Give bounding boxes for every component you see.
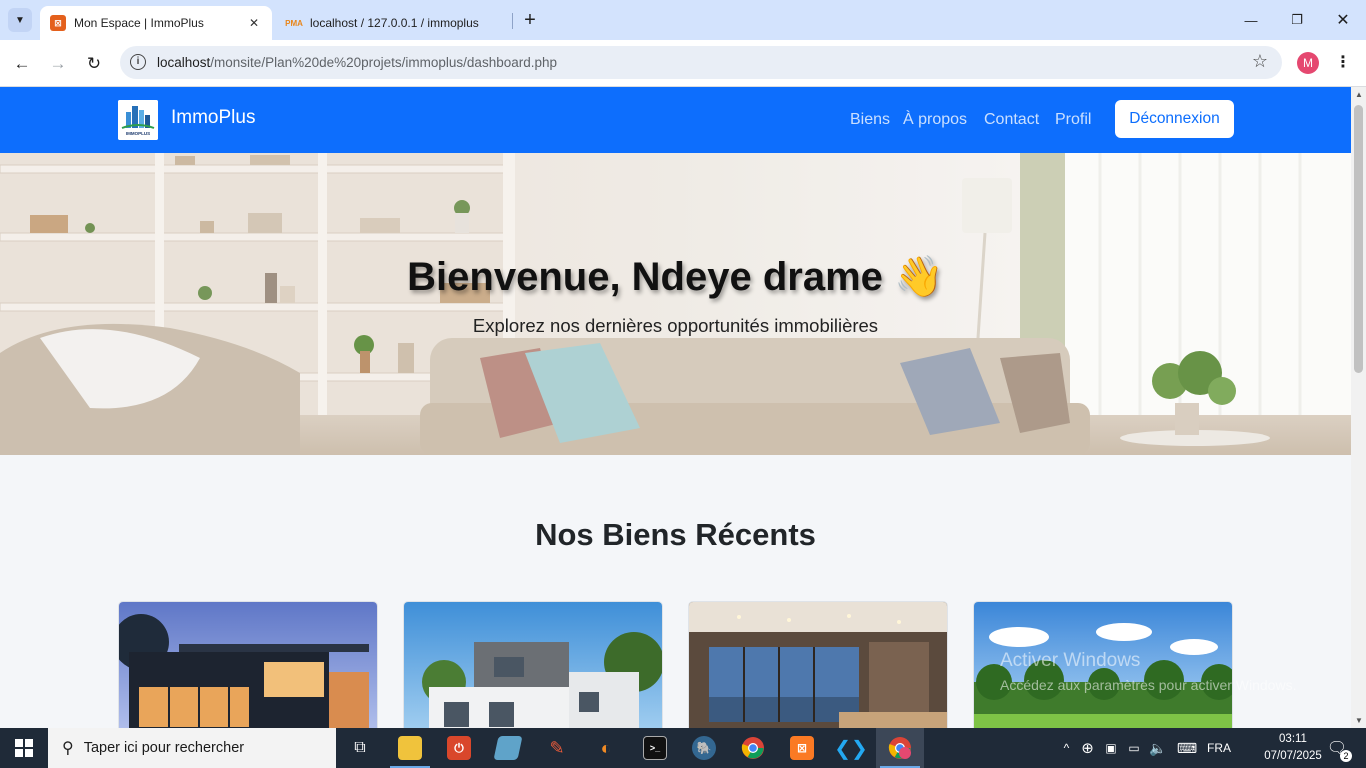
tab-separator [512, 13, 513, 29]
battery-icon[interactable]: ▭ [1122, 741, 1146, 755]
logout-button[interactable]: Déconnexion [1115, 100, 1234, 138]
app-red-button[interactable]: ⏻ [435, 728, 483, 768]
nav-link-biens[interactable]: Biens [850, 111, 890, 129]
minimize-button[interactable]: — [1228, 6, 1274, 34]
vscode-button[interactable]: ❮❯ [827, 728, 875, 768]
welcome-subtitle: Explorez nos dernières opportunités immo… [472, 315, 879, 336]
eclipse-app-icon: ◐ [600, 737, 612, 758]
page-viewport: IMMOPLUS ImmoPlus Biens À propos Contact… [0, 87, 1351, 728]
network-globe-icon[interactable]: ⊕ [1075, 739, 1100, 757]
notification-count-badge: 2 [1340, 750, 1352, 762]
hero-living-room-image [0, 153, 1351, 455]
bookmark-star-icon[interactable]: ☆ [1252, 51, 1268, 72]
language-indicator[interactable]: FRA [1204, 741, 1234, 755]
power-app-icon: ⏻ [447, 736, 471, 760]
property-image-modern-house [119, 602, 377, 728]
app-notes-button[interactable] [484, 728, 532, 768]
task-view-button[interactable]: ⧉ [336, 728, 384, 768]
clock-date: 07/07/2025 [1264, 750, 1322, 762]
address-bar[interactable]: i localhost/monsite/Plan%20de%20projets/… [120, 46, 1282, 79]
nav-link-profil[interactable]: Profil [1055, 111, 1091, 129]
tab-search-chevron-icon[interactable]: ▼ [8, 8, 32, 32]
windows-activation-text: Accédez aux paramètres pour activer Wind… [1000, 677, 1297, 693]
close-window-button[interactable]: ✕ [1320, 6, 1366, 34]
scroll-up-arrow-icon[interactable]: ▲ [1355, 90, 1363, 99]
chrome-profile-icon [888, 737, 911, 759]
meet-now-icon[interactable]: ▣ [1100, 741, 1122, 755]
windows-activation-title: Activer Windows [1000, 650, 1141, 671]
tab-mon-espace[interactable]: ⊠ Mon Espace | ImmoPlus ✕ [40, 6, 272, 40]
tab-close-icon[interactable]: ✕ [244, 13, 264, 33]
site-info-icon[interactable]: i [130, 54, 146, 70]
scroll-down-arrow-icon[interactable]: ▼ [1355, 716, 1363, 725]
xampp-favicon-icon: ⊠ [50, 15, 66, 31]
nav-link-a-propos[interactable]: À propos [903, 111, 967, 129]
file-explorer-button[interactable] [386, 728, 434, 768]
browser-tab-strip: ▼ ⊠ Mon Espace | ImmoPlus ✕ PMA localhos… [0, 0, 1366, 40]
browser-menu-icon[interactable]: ⋮ [1333, 52, 1353, 74]
keyboard-icon[interactable]: ⌨ [1170, 740, 1204, 757]
system-tray: ^ ⊕ ▣ ▭ 🔈 ⌨ FRA [1058, 728, 1234, 768]
phpmyadmin-favicon-icon: PMA [285, 18, 303, 28]
property-card[interactable] [688, 601, 948, 728]
new-tab-button[interactable]: + [518, 9, 542, 33]
postgres-button[interactable]: 🐘 [680, 728, 728, 768]
url-host: localhost [157, 55, 211, 70]
taskbar-search-box[interactable]: ⚲ Taper ici pour rechercher [48, 728, 336, 768]
vscode-icon: ❮❯ [834, 737, 868, 760]
profile-avatar[interactable]: M [1297, 52, 1319, 74]
search-placeholder: Taper ici pour rechercher [83, 740, 245, 756]
url-path: /monsite/Plan%20de%20projets/immoplus/da… [210, 55, 558, 70]
app-eclipse-button[interactable]: ◐ [582, 728, 630, 768]
terminal-button[interactable]: >_ [631, 728, 679, 768]
site-navbar: IMMOPLUS ImmoPlus Biens À propos Contact… [0, 87, 1351, 153]
welcome-heading: Bienvenue, Ndeye drame 👋 [407, 255, 944, 299]
volume-icon[interactable]: 🔈 [1146, 740, 1170, 757]
clock-time: 03:11 [1279, 733, 1307, 745]
brand-name[interactable]: ImmoPlus [171, 107, 255, 129]
back-button[interactable]: ← [8, 50, 36, 78]
chrome-icon [741, 737, 764, 759]
postgres-elephant-icon: 🐘 [692, 736, 716, 760]
scrollbar-thumb[interactable] [1354, 105, 1363, 373]
folder-icon [398, 736, 422, 760]
task-view-icon: ⧉ [354, 739, 366, 756]
reload-button[interactable]: ↻ [80, 50, 108, 78]
recent-properties-heading: Nos Biens Récents [535, 517, 816, 552]
windows-logo-icon [15, 739, 33, 757]
xampp-button[interactable]: ⊠ [778, 728, 826, 768]
property-image-living-room [689, 602, 947, 728]
windows-taskbar: ⚲ Taper ici pour rechercher ⧉ ⏻ ✎ ◐ >_ 🐘… [0, 728, 1366, 768]
page-scrollbar[interactable]: ▲ ▼ [1351, 87, 1366, 728]
forward-button[interactable]: → [44, 50, 72, 78]
taskbar-clock[interactable]: 03:11 07/07/2025 [1262, 731, 1324, 765]
browser-toolbar: ← → ↻ i localhost/monsite/Plan%20de%20pr… [0, 40, 1366, 87]
chrome-button[interactable] [729, 728, 777, 768]
search-icon: ⚲ [62, 740, 74, 757]
logo-text: IMMOPLUS [126, 131, 150, 136]
tab-title: Mon Espace | ImmoPlus [74, 16, 204, 30]
tab-title: localhost / 127.0.0.1 / immoplus [310, 16, 479, 30]
property-card[interactable] [118, 601, 378, 728]
start-button[interactable] [0, 728, 48, 768]
app-tool-button[interactable]: ✎ [533, 728, 581, 768]
property-card[interactable] [403, 601, 663, 728]
xampp-icon: ⊠ [790, 736, 814, 760]
hero-banner: Bienvenue, Ndeye drame 👋 Explorez nos de… [0, 153, 1351, 455]
terminal-icon: >_ [643, 736, 667, 760]
tool-app-icon: ✎ [549, 737, 565, 758]
restore-button[interactable]: ❐ [1274, 6, 1320, 34]
tray-chevron-up-icon[interactable]: ^ [1058, 741, 1075, 755]
notes-app-icon [493, 736, 523, 760]
nav-link-contact[interactable]: Contact [984, 111, 1039, 129]
property-image-white-villa [404, 602, 662, 728]
chrome-profile-button[interactable] [876, 728, 924, 768]
immoplus-logo[interactable]: IMMOPLUS [118, 100, 158, 140]
tab-phpmyadmin[interactable]: PMA localhost / 127.0.0.1 / immoplus [276, 6, 510, 40]
notification-center-button[interactable]: 🗨 2 [1322, 728, 1352, 768]
url-text[interactable]: localhost/monsite/Plan%20de%20projets/im… [157, 55, 557, 70]
